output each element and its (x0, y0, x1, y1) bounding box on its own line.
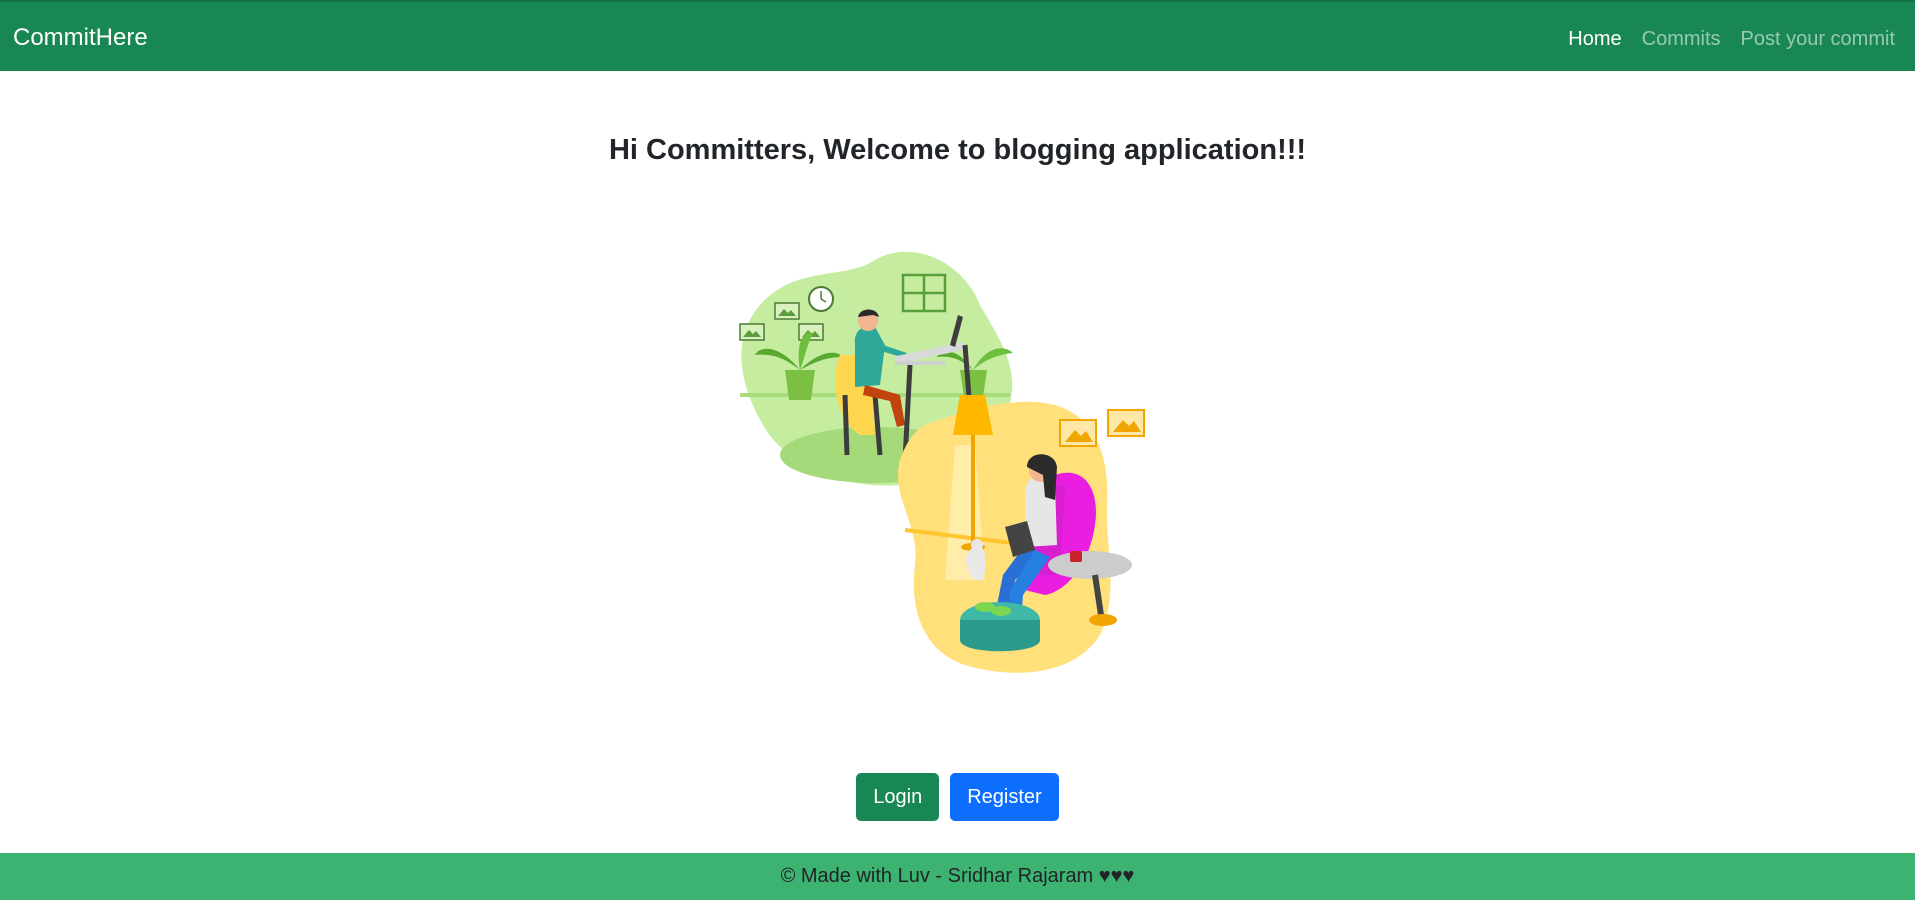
footer-text: © Made with Luv - Sridhar Rajaram ♥♥♥ (780, 865, 1135, 887)
picture-frame-icon (739, 323, 765, 341)
page-title: Hi Committers, Welcome to blogging appli… (608, 134, 1307, 166)
ottoman-icon (960, 602, 1040, 652)
navbar: CommitHere Home Commits Post your commit (0, 0, 1915, 71)
picture-frame-icon (1107, 409, 1145, 437)
nav-link-commits[interactable]: Commits (1642, 27, 1721, 51)
login-button[interactable]: Login (856, 773, 940, 821)
picture-frame-icon (774, 302, 800, 320)
nav-link-home[interactable]: Home (1568, 27, 1621, 51)
picture-frame-icon (1059, 419, 1097, 447)
nav-link-post-commit[interactable]: Post your commit (1741, 27, 1895, 51)
footer: © Made with Luv - Sridhar Rajaram ♥♥♥ (0, 853, 1915, 900)
clock-icon (808, 286, 834, 312)
brand-link[interactable]: CommitHere (13, 24, 148, 52)
action-buttons: Login Register (0, 773, 1915, 821)
people-working-illustration (739, 251, 1145, 673)
nav-links: Home Commits Post your commit (1568, 27, 1895, 51)
register-button[interactable]: Register (950, 773, 1059, 821)
